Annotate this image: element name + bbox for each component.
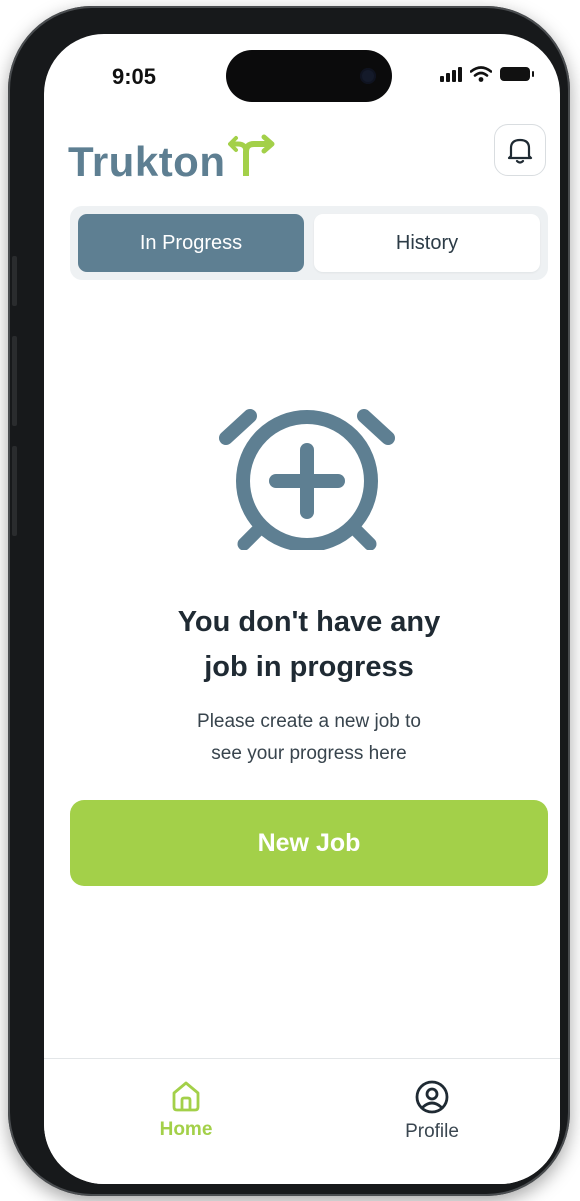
phone-side-button (12, 446, 17, 536)
notifications-button[interactable] (494, 124, 546, 176)
status-time: 9:05 (112, 64, 157, 89)
camera-icon (360, 68, 376, 84)
empty-subtitle-line: see your progress here (211, 743, 407, 764)
job-status-tabs: In Progress History (70, 206, 548, 280)
empty-title-line: job in progress (204, 651, 414, 683)
app-screen: 9:05 Trukton In Progress History You don… (44, 34, 560, 1184)
phone-frame: 9:05 Trukton In Progress History You don… (8, 6, 570, 1196)
nav-home-label: Home (159, 1119, 213, 1140)
trukton-logo: Trukton (68, 132, 276, 186)
nav-profile-label: Profile (405, 1121, 459, 1142)
new-job-button[interactable]: New Job (70, 800, 548, 886)
alarm-clock-plus-icon (219, 409, 395, 550)
empty-state-subtitle: Please create a new job to see your prog… (64, 706, 554, 770)
logo-arrow-icon (227, 134, 274, 176)
home-icon (172, 1081, 200, 1112)
nav-home[interactable]: Home (126, 1079, 246, 1141)
wifi-icon (470, 66, 492, 82)
logo-text: Trukton (68, 138, 226, 185)
dynamic-island (226, 50, 392, 102)
status-icons (440, 66, 534, 82)
battery-icon (500, 67, 534, 81)
empty-subtitle-line: Please create a new job to (197, 711, 421, 732)
user-circle-icon (415, 1080, 449, 1114)
empty-state-title: You don't have any job in progress (64, 600, 554, 690)
bottom-nav: Home Profile (44, 1058, 560, 1184)
phone-side-button (12, 256, 17, 306)
status-bar: 9:05 (44, 34, 560, 114)
bell-icon (507, 138, 533, 164)
app-header: Trukton (44, 114, 560, 204)
empty-title-line: You don't have any (177, 606, 441, 638)
tab-history[interactable]: History (314, 214, 540, 272)
nav-profile[interactable]: Profile (372, 1079, 492, 1143)
phone-side-button (12, 336, 17, 426)
signal-icon (440, 66, 462, 82)
tab-in-progress[interactable]: In Progress (78, 214, 304, 272)
